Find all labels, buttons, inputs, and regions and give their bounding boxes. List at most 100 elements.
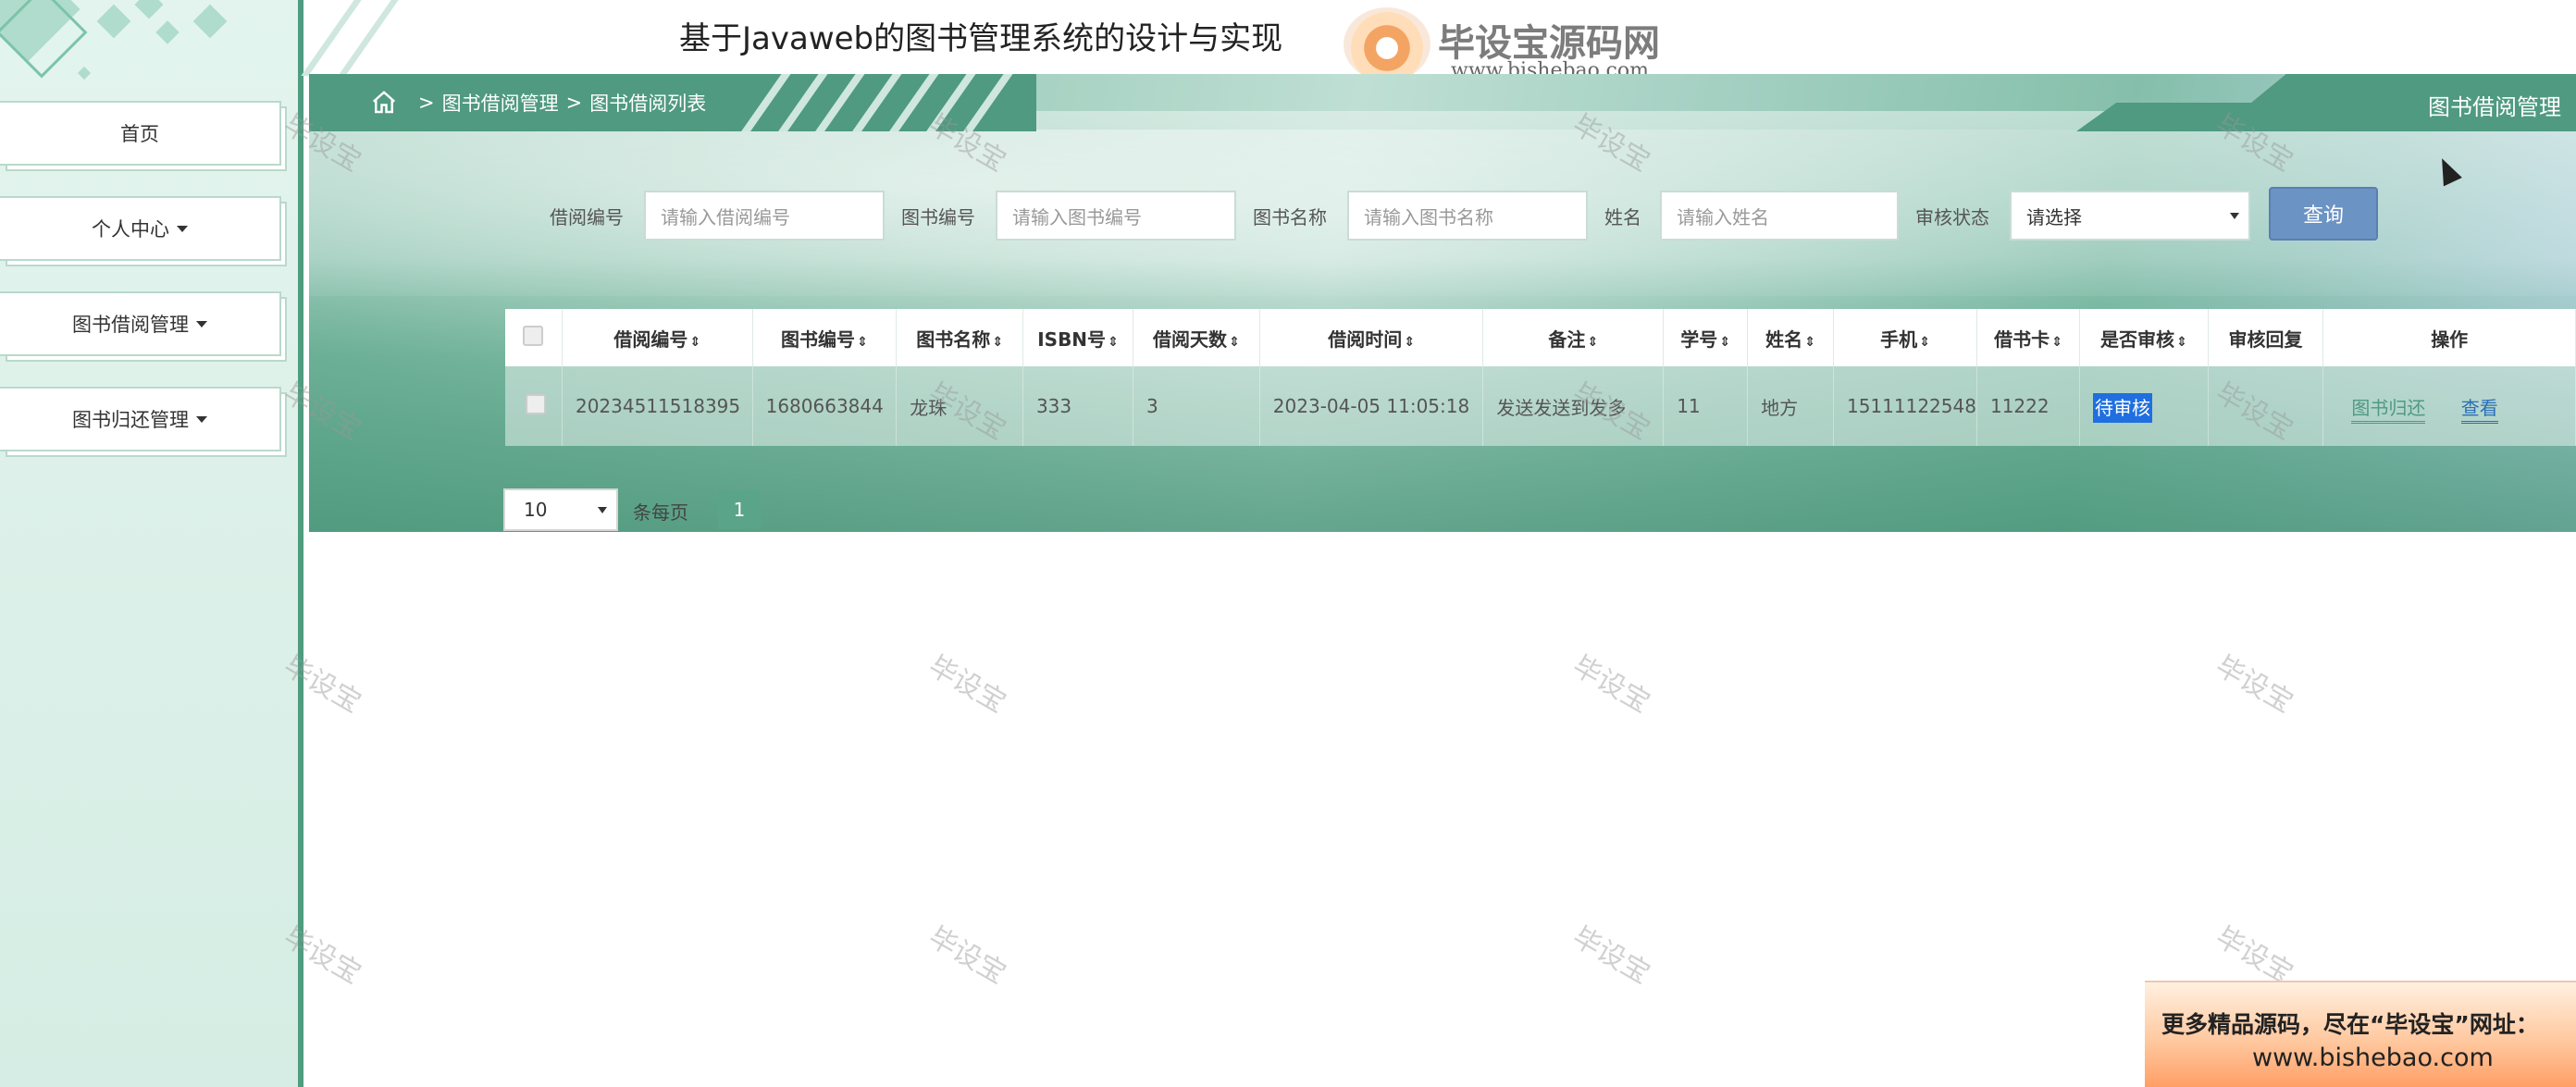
- sidebar-decoration: [0, 0, 241, 93]
- cell-remark: 发送发送到发多: [1482, 366, 1665, 446]
- watermark: 毕设宝: [923, 920, 1011, 991]
- borrow-no-input[interactable]: 请输入借阅编号: [644, 191, 885, 241]
- name-input[interactable]: 请输入姓名: [1660, 191, 1899, 241]
- cell-borrow-no: 20234511518395: [562, 366, 753, 446]
- select-value: 请选择: [2026, 205, 2082, 229]
- breadcrumb-separator: >: [565, 92, 583, 114]
- cell-borrow-time: 2023-04-05 11:05:18: [1259, 366, 1484, 446]
- cell-actions: 图书归还 查看: [2322, 366, 2576, 446]
- page-size-label: 条每页: [633, 501, 688, 524]
- caret-down-icon: [177, 225, 188, 232]
- column-header[interactable]: 图书编号 ⇕: [752, 309, 898, 366]
- column-header[interactable]: 备注 ⇕: [1482, 309, 1665, 366]
- sort-icon: ⇕: [2175, 334, 2187, 350]
- sort-icon: ⇕: [1919, 334, 1930, 350]
- column-header[interactable]: 姓名 ⇕: [1747, 309, 1834, 366]
- cell-audit-status: 待审核: [2079, 366, 2209, 446]
- sort-icon: ⇕: [1229, 334, 1240, 350]
- promo-banner[interactable]: 更多精品源码，尽在“毕设宝”网址： www.bishebao.com: [2145, 981, 2576, 1087]
- page-size-select[interactable]: 10: [503, 488, 618, 531]
- sidebar-item-label: 图书归还管理: [72, 409, 189, 431]
- cell-card: 11222: [1976, 366, 2081, 446]
- view-link[interactable]: 查看: [2460, 396, 2498, 424]
- table-header-row: 借阅编号 ⇕ 图书编号 ⇕ 图书名称 ⇕ ISBN号 ⇕ 借阅天数 ⇕ 借阅时间 ⇕ 备注 ⇕…: [505, 309, 2576, 366]
- sort-icon: ⇕: [857, 334, 868, 350]
- column-header: 审核回复: [2208, 309, 2324, 366]
- placeholder-text: 请输入图书编号: [1012, 205, 1142, 229]
- sort-icon: ⇕: [992, 334, 1003, 350]
- audit-status-label: 审核状态: [1915, 206, 1989, 229]
- sort-icon: ⇕: [2051, 334, 2062, 350]
- cell-audit-reply: [2208, 366, 2324, 446]
- cell-book-no: 1680663844: [752, 366, 898, 446]
- home-icon[interactable]: [370, 89, 398, 117]
- sidebar-item-label: 个人中心: [92, 218, 169, 241]
- column-header[interactable]: 学号 ⇕: [1663, 309, 1749, 366]
- page-number-button[interactable]: 1: [718, 490, 761, 529]
- borrow-no-label: 借阅编号: [550, 206, 624, 229]
- sidebar-item-borrow-management[interactable]: 图书借阅管理: [0, 291, 281, 356]
- column-header[interactable]: 借阅时间 ⇕: [1259, 309, 1484, 366]
- select-all-checkbox[interactable]: [523, 325, 544, 346]
- sort-icon: ⇕: [1108, 334, 1119, 350]
- column-header[interactable]: 借书卡 ⇕: [1976, 309, 2081, 366]
- chevron-down-icon: [2230, 213, 2239, 219]
- book-name-input[interactable]: 请输入图书名称: [1347, 191, 1588, 241]
- sidebar-item-label: 图书借阅管理: [72, 314, 189, 336]
- column-header[interactable]: 图书名称 ⇕: [896, 309, 1023, 366]
- placeholder-text: 请输入借阅编号: [661, 205, 790, 229]
- watermark-logo: [1344, 7, 1430, 81]
- caret-down-icon: [196, 415, 207, 423]
- chevron-down-icon: [598, 507, 607, 513]
- breadcrumb-separator: >: [418, 92, 435, 114]
- cell-days: 3: [1133, 366, 1260, 446]
- promo-line-2: www.bishebao.com: [2252, 1044, 2494, 1072]
- page-tag-text: 图书借阅管理: [2428, 94, 2561, 120]
- top-header: 基于Javaweb的图书管理系统的设计与实现 毕设宝源码网 www.bisheb…: [301, 0, 2576, 82]
- sort-icon: ⇕: [689, 334, 701, 350]
- column-header[interactable]: 是否审核 ⇕: [2079, 309, 2209, 366]
- sidebar: 首页 个人中心 图书借阅管理 图书归还管理: [0, 0, 303, 1087]
- sidebar-item-return-management[interactable]: 图书归还管理: [0, 387, 281, 451]
- breadcrumb-item: 图书借阅列表: [589, 93, 707, 115]
- cell-name: 地方: [1747, 366, 1834, 446]
- placeholder-text: 请输入姓名: [1677, 205, 1769, 229]
- return-book-link[interactable]: 图书归还: [2351, 396, 2426, 424]
- audit-status-select[interactable]: 请选择: [2010, 191, 2250, 241]
- table-row[interactable]: 20234511518395 1680663844 龙珠 333 3 2023-…: [505, 366, 2576, 446]
- column-header[interactable]: ISBN号 ⇕: [1022, 309, 1134, 366]
- placeholder-text: 请输入图书名称: [1364, 205, 1493, 229]
- status-badge: 待审核: [2093, 392, 2152, 423]
- page-size-value: 10: [524, 499, 548, 521]
- column-header[interactable]: 借阅天数 ⇕: [1133, 309, 1260, 366]
- cell-isbn: 333: [1022, 366, 1134, 446]
- sidebar-item-home[interactable]: 首页: [0, 101, 281, 166]
- cell-student-no: 11: [1663, 366, 1749, 446]
- column-header[interactable]: 借阅编号 ⇕: [562, 309, 753, 366]
- book-name-label: 图书名称: [1253, 206, 1327, 229]
- book-no-input[interactable]: 请输入图书编号: [996, 191, 1236, 241]
- row-checkbox[interactable]: [526, 393, 546, 414]
- query-button[interactable]: 查询: [2269, 187, 2378, 241]
- app-title: 基于Javaweb的图书管理系统的设计与实现: [679, 20, 1283, 57]
- watermark: 毕设宝: [1567, 649, 1655, 720]
- watermark: 毕设宝: [1567, 920, 1655, 991]
- main-panel: [309, 74, 2576, 532]
- promo-line-1: 更多精品源码，尽在“毕设宝”网址：: [2161, 1011, 2539, 1038]
- cell-book-name: 龙珠: [896, 366, 1023, 446]
- book-no-label: 图书编号: [901, 206, 975, 229]
- breadcrumb: > 图书借阅管理 > 图书借阅列表: [370, 89, 706, 117]
- watermark: 毕设宝: [923, 649, 1011, 720]
- row-select-cell: [505, 366, 563, 446]
- column-header: 操作: [2322, 309, 2576, 366]
- borrow-table: 借阅编号 ⇕ 图书编号 ⇕ 图书名称 ⇕ ISBN号 ⇕ 借阅天数 ⇕ 借阅时间 ⇕ 备注 ⇕…: [505, 309, 2576, 446]
- column-header[interactable]: 手机 ⇕: [1833, 309, 1977, 366]
- breadcrumb-item[interactable]: 图书借阅管理: [442, 89, 559, 117]
- sidebar-item-personal-center[interactable]: 个人中心: [0, 196, 281, 261]
- name-label: 姓名: [1604, 206, 1641, 229]
- select-all-cell: [505, 309, 563, 366]
- sidebar-item-label: 首页: [120, 123, 159, 145]
- watermark: 毕设宝: [2210, 649, 2298, 720]
- cell-phone: 15111122548: [1833, 366, 1977, 446]
- sort-icon: ⇕: [1719, 334, 1731, 350]
